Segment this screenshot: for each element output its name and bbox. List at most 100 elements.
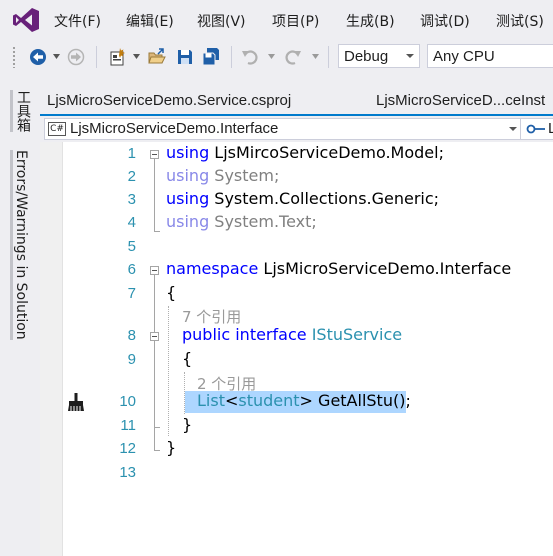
scope-value: LjsMicroServiceDemo.Interface bbox=[70, 120, 279, 137]
keyword: using bbox=[166, 143, 210, 162]
project-scope-dropdown[interactable]: C# LjsMicroServiceDemo.Interface bbox=[44, 118, 553, 140]
visual-studio-logo-icon[interactable] bbox=[12, 7, 40, 33]
keyword: namespace bbox=[166, 259, 259, 278]
type-name: IStuService bbox=[311, 325, 403, 344]
document-tab-row: LjsMicroServiceDemo.Service.csproj LjsMi… bbox=[40, 88, 553, 114]
line-number: 6 bbox=[127, 261, 136, 278]
keyword: using bbox=[166, 189, 210, 208]
code-text: GetAllStu(); bbox=[312, 391, 411, 410]
code-text: System.Collections.Generic; bbox=[209, 189, 440, 208]
open-file-button[interactable] bbox=[147, 47, 167, 67]
menu-debug[interactable]: 调试(D) bbox=[420, 11, 470, 31]
undo-button[interactable] bbox=[240, 47, 260, 67]
code-text: < bbox=[224, 391, 239, 410]
redo-button[interactable] bbox=[283, 47, 303, 67]
new-project-button[interactable] bbox=[107, 47, 127, 67]
code-line-8[interactable]: public interface IStuService bbox=[182, 325, 402, 344]
toolbar-grip[interactable] bbox=[12, 46, 16, 68]
toolbar-separator bbox=[96, 46, 97, 68]
menu-view[interactable]: 视图(V) bbox=[197, 11, 246, 31]
code-line-4[interactable]: using System.Text; bbox=[166, 212, 317, 231]
line-number: 13 bbox=[119, 464, 136, 481]
save-all-button[interactable] bbox=[201, 47, 221, 67]
type-name: List bbox=[197, 391, 225, 410]
standard-toolbar: Debug Any CPU bbox=[0, 40, 553, 74]
tab-service-instance[interactable]: LjsMicroServiceD...ceInst bbox=[376, 88, 545, 114]
outline-line bbox=[154, 159, 155, 231]
navigation-bar: C# LjsMicroServiceDemo.Interface L bbox=[40, 116, 553, 142]
back-dropdown-icon[interactable] bbox=[53, 54, 60, 59]
line-number: 7 bbox=[127, 285, 136, 302]
code-line-3[interactable]: using System.Collections.Generic; bbox=[166, 189, 439, 208]
save-disk-icon bbox=[178, 50, 192, 64]
type-name: student bbox=[238, 391, 300, 410]
code-line-1[interactable]: using LjsMircoServiceDemo.Model; bbox=[166, 143, 444, 162]
code-line-11[interactable]: } bbox=[182, 415, 192, 434]
code-text: System; bbox=[209, 166, 280, 185]
keyword: using bbox=[166, 166, 210, 185]
toolbar-separator bbox=[328, 46, 329, 68]
new-project-icon bbox=[110, 48, 125, 66]
configuration-value: Debug bbox=[344, 48, 389, 65]
solution-configuration-dropdown[interactable]: Debug bbox=[338, 44, 420, 68]
menu-test[interactable]: 测试(S) bbox=[496, 11, 544, 31]
menu-bar: 文件(F) 编辑(E) 视图(V) 项目(P) 生成(B) 调试(D) 测试(S… bbox=[0, 0, 553, 40]
line-number: 9 bbox=[127, 351, 136, 368]
save-all-icon bbox=[202, 48, 219, 66]
line-number: 3 bbox=[127, 191, 136, 208]
tab-service-csproj[interactable]: LjsMicroServiceDemo.Service.csproj bbox=[47, 88, 291, 114]
code-text: > bbox=[299, 391, 313, 410]
redo-icon bbox=[285, 50, 301, 65]
code-line-12[interactable]: } bbox=[166, 438, 176, 457]
keyword: using bbox=[166, 212, 210, 231]
code-text: System.Text; bbox=[209, 212, 317, 231]
member-value: L bbox=[548, 120, 553, 137]
navigate-back-button[interactable] bbox=[28, 47, 48, 67]
code-line-2[interactable]: using System; bbox=[166, 166, 279, 185]
line-number: 12 bbox=[119, 440, 136, 457]
left-tool-window-strip: 工具箱 Errors/Warnings in Solution bbox=[0, 74, 40, 556]
interface-member-icon bbox=[526, 124, 545, 134]
code-text: LjsMicroServiceDemo.Interface bbox=[258, 259, 512, 278]
line-number: 11 bbox=[120, 417, 136, 434]
code-cleanup-broom-icon[interactable] bbox=[66, 392, 86, 412]
forward-arrow-icon bbox=[67, 48, 85, 66]
outline-line bbox=[154, 341, 155, 427]
back-arrow-icon bbox=[30, 49, 46, 65]
menu-file[interactable]: 文件(F) bbox=[54, 11, 101, 31]
outline-end bbox=[154, 450, 160, 451]
member-dropdown[interactable]: L bbox=[520, 118, 553, 140]
indicator-margin[interactable] bbox=[40, 142, 63, 556]
undo-dropdown-icon[interactable] bbox=[268, 54, 275, 59]
keyword: public interface bbox=[182, 325, 307, 344]
code-line-7[interactable]: { bbox=[166, 283, 176, 302]
outline-end bbox=[154, 427, 160, 428]
code-line-9[interactable]: { bbox=[182, 349, 192, 368]
platform-value: Any CPU bbox=[433, 48, 495, 65]
codelens-reference-count[interactable]: 7 个引用 bbox=[182, 306, 241, 327]
errors-warnings-tab[interactable]: Errors/Warnings in Solution bbox=[10, 150, 29, 340]
line-number: 4 bbox=[127, 214, 136, 231]
chevron-down-icon bbox=[406, 54, 414, 58]
collapse-using-block-icon[interactable] bbox=[150, 150, 159, 159]
menu-project[interactable]: 项目(P) bbox=[272, 11, 319, 31]
collapse-namespace-icon[interactable] bbox=[150, 266, 159, 275]
collapse-interface-icon[interactable] bbox=[150, 332, 159, 341]
menu-build[interactable]: 生成(B) bbox=[346, 11, 395, 31]
solution-platform-dropdown[interactable]: Any CPU bbox=[427, 44, 553, 68]
menu-edit[interactable]: 编辑(E) bbox=[126, 11, 174, 31]
code-line-6[interactable]: namespace LjsMicroServiceDemo.Interface bbox=[166, 259, 511, 278]
new-item-dropdown-icon[interactable] bbox=[133, 54, 140, 59]
save-button[interactable] bbox=[175, 47, 195, 67]
toolbar-separator bbox=[231, 46, 232, 68]
line-number: 2 bbox=[127, 168, 136, 185]
code-text: LjsMircoServiceDemo.Model; bbox=[209, 143, 444, 162]
line-number: 5 bbox=[127, 238, 136, 255]
open-folder-icon bbox=[148, 48, 166, 64]
navigate-forward-button[interactable] bbox=[66, 47, 86, 67]
redo-dropdown-icon[interactable] bbox=[312, 54, 319, 59]
csharp-file-icon: C# bbox=[48, 122, 66, 136]
code-line-10[interactable]: List<student> GetAllStu(); bbox=[197, 391, 411, 410]
chevron-down-icon bbox=[509, 127, 517, 131]
toolbox-tab[interactable]: 工具箱 bbox=[10, 90, 33, 132]
